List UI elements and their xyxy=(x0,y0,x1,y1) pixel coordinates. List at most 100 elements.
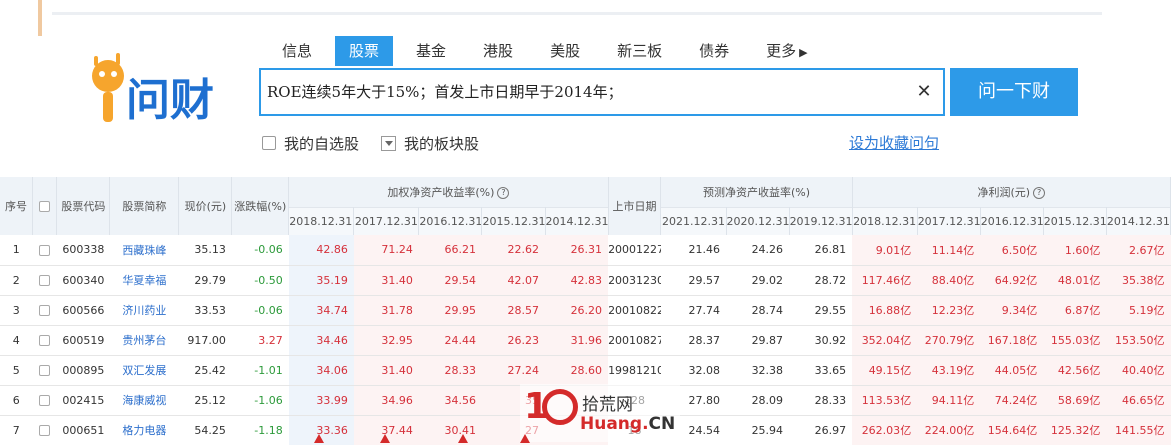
net-profit-value: 44.05亿 xyxy=(980,355,1044,386)
select-all-checkbox[interactable] xyxy=(39,201,51,212)
table-row[interactable]: 3 600566 济川药业 33.53 -0.06 34.74 31.78 29.95 28.5… xyxy=(0,295,1171,326)
forecast-roe-value: 28.33 xyxy=(789,385,853,416)
col-price[interactable]: 现价(元) xyxy=(178,177,233,235)
col-roe-year[interactable]: 2016.12.31 xyxy=(418,206,483,235)
stock-name-link[interactable]: 海康威视 xyxy=(109,385,179,416)
search-input[interactable] xyxy=(267,70,907,114)
forecast-roe-value: 28.74 xyxy=(726,295,790,326)
row-checkbox[interactable] xyxy=(39,425,51,436)
nav-item-hk-stocks[interactable]: 港股 xyxy=(469,36,527,66)
net-profit-value: 94.11亿 xyxy=(917,385,981,416)
net-profit-value: 9.34亿 xyxy=(980,295,1044,326)
col-forecast-year[interactable]: 2021.12.31 xyxy=(660,206,727,235)
forecast-roe-value: 26.97 xyxy=(789,415,853,445)
net-profit-value: 6.50亿 xyxy=(980,235,1044,266)
col-profit-year[interactable]: 2017.12.31 xyxy=(917,206,981,235)
stock-change: -1.06 xyxy=(231,385,289,416)
logo-text[interactable]: 问财 xyxy=(126,64,214,128)
row-select[interactable] xyxy=(32,325,57,356)
col-forecast-year[interactable]: 2019.12.31 xyxy=(789,206,853,235)
forecast-roe-value: 29.02 xyxy=(726,265,790,296)
row-checkbox[interactable] xyxy=(39,395,51,406)
search-box: ✕ xyxy=(259,68,945,116)
unit-label: 亿 xyxy=(1026,243,1038,257)
row-index: 2 xyxy=(0,265,33,296)
unit-label: 亿 xyxy=(1153,304,1165,317)
my-stocks-checkbox[interactable] xyxy=(262,136,276,150)
row-checkbox[interactable] xyxy=(39,305,51,316)
nav-item-more[interactable]: 更多 ▶ xyxy=(752,36,821,66)
table-row[interactable]: 2 600340 华夏幸福 29.79 -0.50 35.19 31.40 29.54 42.0… xyxy=(0,265,1171,296)
col-ipo-date[interactable]: 上市日期 xyxy=(608,177,662,235)
row-select[interactable] xyxy=(32,355,57,386)
stock-name-link[interactable]: 贵州茅台 xyxy=(109,325,179,356)
col-change[interactable]: 涨跌幅(%) xyxy=(231,177,290,235)
row-select[interactable] xyxy=(32,235,57,266)
help-icon[interactable]: ? xyxy=(1033,186,1046,199)
nav-item-info[interactable]: 信息 xyxy=(268,36,326,66)
col-roe-year[interactable]: 2017.12.31 xyxy=(353,206,420,235)
my-sectors-option[interactable]: 我的板块股 xyxy=(381,133,479,154)
col-forecast-year-label: 2020.12.31 xyxy=(726,214,790,228)
help-icon[interactable]: ? xyxy=(497,186,510,199)
net-profit-number: 35.38 xyxy=(1122,274,1154,287)
forecast-roe-value: 26.81 xyxy=(789,235,853,266)
nav-item-bonds[interactable]: 债券 xyxy=(685,36,743,66)
col-roe-year[interactable]: 2014.12.31 xyxy=(545,206,609,235)
stock-name-link[interactable]: 格力电器 xyxy=(109,415,179,445)
stock-code: 000651 xyxy=(56,415,110,445)
forecast-roe-value: 27.74 xyxy=(660,295,727,326)
stock-name-link[interactable]: 济川药业 xyxy=(109,295,179,326)
row-select[interactable] xyxy=(32,295,57,326)
table-row[interactable]: 4 600519 贵州茅台 917.00 3.27 34.46 32.95 24.44 26.2… xyxy=(0,325,1171,356)
stock-name-link[interactable]: 双汇发展 xyxy=(109,355,179,386)
col-profit-year[interactable]: 2015.12.31 xyxy=(1043,206,1107,235)
row-checkbox[interactable] xyxy=(39,244,51,256)
close-icon[interactable]: ✕ xyxy=(913,81,935,103)
col-forecast-year[interactable]: 2020.12.31 xyxy=(726,206,790,235)
nav-item-neeq[interactable]: 新三板 xyxy=(603,36,676,66)
col-group-net-profit: 净利润(元)? xyxy=(852,177,1171,207)
col-profit-year[interactable]: 2016.12.31 xyxy=(980,206,1044,235)
table-row[interactable]: 1 600338 西藏珠峰 35.13 -0.06 42.86 71.24 66.21 22.6… xyxy=(0,235,1171,266)
roe-value: 27.24 xyxy=(481,355,546,386)
net-profit-number: 2.67 xyxy=(1129,243,1154,257)
net-profit-value: 46.65亿 xyxy=(1106,385,1171,416)
row-checkbox[interactable] xyxy=(39,335,51,346)
net-profit-value: 43.19亿 xyxy=(917,355,981,386)
unit-label: 亿 xyxy=(1089,334,1101,347)
dropdown-icon[interactable] xyxy=(381,135,397,151)
my-stocks-option[interactable]: 我的自选股 xyxy=(262,133,359,154)
top-divider xyxy=(52,12,1102,15)
col-roe-year[interactable]: 2015.12.31 xyxy=(481,206,546,235)
row-select[interactable] xyxy=(32,415,57,445)
col-roe-year[interactable]: 2018.12.31↓ xyxy=(288,206,355,235)
net-profit-value: 16.88亿 xyxy=(852,295,918,326)
net-profit-number: 58.69 xyxy=(1057,394,1090,407)
row-checkbox[interactable] xyxy=(39,275,51,286)
unit-label: 亿 xyxy=(1089,364,1101,377)
unit-label: 亿 xyxy=(900,274,912,287)
table-row[interactable]: 5 000895 双汇发展 25.42 -1.01 34.06 31.40 28.33 27.2… xyxy=(0,355,1171,386)
col-profit-year[interactable]: 2018.12.31 xyxy=(852,206,918,235)
net-profit-number: 154.64 xyxy=(987,424,1027,437)
net-profit-value: 74.24亿 xyxy=(980,385,1044,416)
nav-item-stocks[interactable]: 股票 xyxy=(335,36,394,66)
net-profit-number: 155.03 xyxy=(1050,334,1090,347)
col-name[interactable]: 股票简称 xyxy=(109,177,180,235)
save-query-link[interactable]: 设为收藏问句 xyxy=(849,132,939,153)
col-select-all[interactable] xyxy=(32,177,58,235)
stock-name-link[interactable]: 西藏珠峰 xyxy=(109,235,179,266)
row-select[interactable] xyxy=(32,385,57,416)
col-code[interactable]: 股票代码 xyxy=(56,177,111,235)
search-button[interactable]: 问一下财 xyxy=(950,68,1078,116)
col-profit-year[interactable]: 2014.12.31 xyxy=(1106,206,1171,235)
nav-item-funds[interactable]: 基金 xyxy=(402,36,460,66)
row-select[interactable] xyxy=(32,265,57,296)
row-checkbox[interactable] xyxy=(39,365,51,376)
stock-name-link[interactable]: 华夏幸福 xyxy=(109,265,179,296)
net-profit-number: 88.40 xyxy=(931,274,964,287)
stock-change: -0.06 xyxy=(231,295,289,326)
nav-item-us-stocks[interactable]: 美股 xyxy=(536,36,594,66)
stock-code: 600566 xyxy=(56,295,110,326)
